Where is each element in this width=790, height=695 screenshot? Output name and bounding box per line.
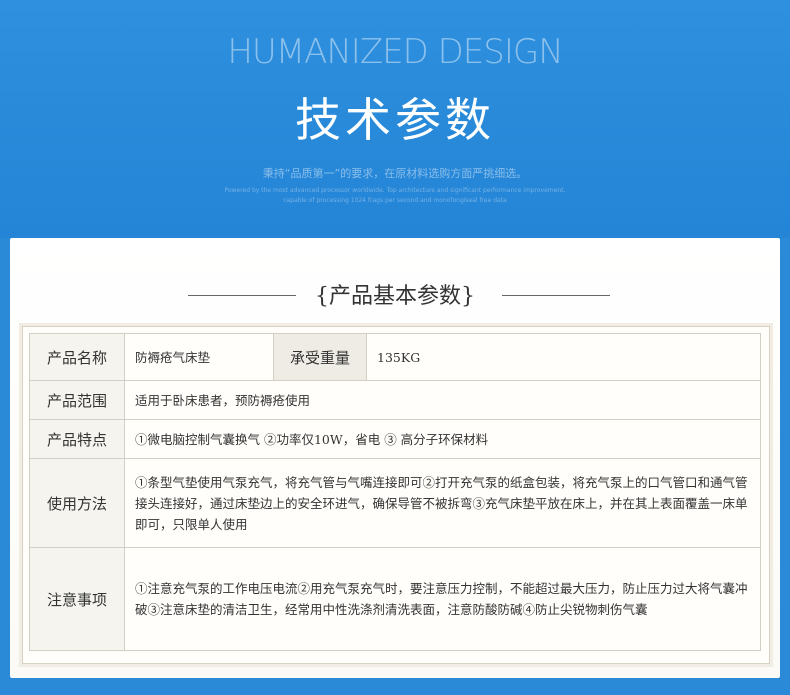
product-name-label: 产品名称 [29,333,125,381]
header-banner: HUMANIZED DESIGN 技术参数 秉持“品质第一”的要求，在原材料选购… [0,0,790,238]
spec-table: 产品名称 防褥疮气床垫 承受重量 135KG 产品范围 适用于卧床患者，预防褥疮… [29,333,761,651]
product-features-label: 产品特点 [29,419,125,459]
table-row: 产品范围 适用于卧床患者，预防褥疮使用 [29,380,761,420]
product-scope-label: 产品范围 [29,380,125,420]
usage-label: 使用方法 [29,458,125,548]
table-row: 使用方法 ①条型气垫使用气泵充气，将充气管与气嘴连接即可②打开充气泵的纸盒包装，… [29,458,761,548]
divider-line [502,295,610,296]
spec-table-frame: 产品名称 防褥疮气床垫 承受重量 135KG 产品范围 适用于卧床患者，预防褥疮… [22,326,770,664]
banner-fine-print: capable of processing 1024 frags per sec… [283,197,507,204]
table-row: 产品特点 ①微电脑控制气囊换气 ②功率仅10W，省电 ③ 高分子环保材料 [29,419,761,459]
load-capacity-value: 135KG [366,333,761,381]
notes-label: 注意事项 [29,547,125,651]
banner-heading-cn: 技术参数 [295,93,495,147]
product-name-value: 防褥疮气床垫 [124,333,274,381]
spec-panel: {产品基本参数} 产品名称 防褥疮气床垫 承受重量 135KG 产品范围 适用于… [10,238,780,688]
table-row: 产品名称 防褥疮气床垫 承受重量 135KG [29,333,761,381]
product-scope-value: 适用于卧床患者，预防褥疮使用 [124,380,761,420]
section-title: {产品基本参数} [315,284,475,309]
notes-value: ①注意充气泵的工作电压电流②用充气泵充气时，要注意压力控制，不能超过最大压力，防… [124,547,761,651]
banner-fine-print: Powered by the most advanced processor w… [224,187,566,194]
banner-heading-en: HUMANIZED DESIGN [227,32,563,72]
table-row: 注意事项 ①注意充气泵的工作电压电流②用充气泵充气时，要注意压力控制，不能超过最… [29,547,761,651]
banner-slogan: 秉持“品质第一”的要求，在原材料选购方面严挑细选。 [262,167,528,180]
load-capacity-label: 承受重量 [273,333,367,381]
section-header: {产品基本参数} [10,276,780,309]
usage-value: ①条型气垫使用气泵充气，将充气管与气嘴连接即可②打开充气泵的纸盒包装，将充气泵上… [124,458,761,548]
product-features-value: ①微电脑控制气囊换气 ②功率仅10W，省电 ③ 高分子环保材料 [124,419,761,459]
